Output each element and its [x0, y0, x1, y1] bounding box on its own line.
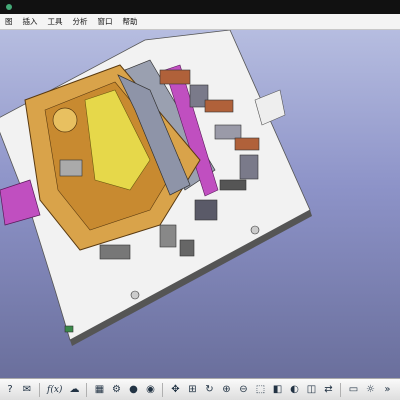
locator-block[interactable]: [59, 159, 83, 177]
menu-analyze[interactable]: 分析: [68, 14, 93, 30]
zoom-in-icon[interactable]: ⊕: [218, 382, 234, 398]
swap-space-icon[interactable]: ⇄: [320, 382, 336, 398]
question-icon[interactable]: ?: [2, 382, 18, 398]
normal-view-icon[interactable]: ⬚: [252, 382, 268, 398]
record-icon[interactable]: ◉: [142, 382, 158, 398]
fit-all-icon[interactable]: ⊞: [184, 382, 200, 398]
toolbar-separator: [340, 382, 342, 397]
toolbar-separator: [162, 382, 164, 397]
toolbar-separator: [86, 382, 88, 397]
table-icon[interactable]: ▦: [91, 382, 107, 398]
formula-button[interactable]: f(x): [44, 382, 65, 398]
chat-icon[interactable]: ✉: [19, 382, 35, 398]
gear-icon[interactable]: ☼: [362, 382, 378, 398]
hole-feature[interactable]: [52, 107, 78, 133]
pan-icon[interactable]: ✥: [167, 382, 183, 398]
menu-insert[interactable]: 插入: [18, 14, 43, 30]
light-bulb-icon[interactable]: ●: [125, 382, 141, 398]
menu-window[interactable]: 窗口: [93, 14, 118, 30]
hide-show-icon[interactable]: ◫: [303, 382, 319, 398]
menu-tools[interactable]: 工具: [43, 14, 68, 30]
3d-viewport[interactable]: [0, 30, 400, 378]
bottom-toolbar: ? ✉ f(x) ☁ ▦ ⚙ ● ◉ ✥ ⊞ ↻ ⊕ ⊖ ⬚ ◧ ◐ ◫ ⇄ ▭…: [0, 378, 400, 400]
app-status-icon: [6, 4, 12, 10]
ruler-icon[interactable]: ▭: [345, 382, 361, 398]
comment-icon[interactable]: ☁: [66, 382, 82, 398]
cube-view-icon[interactable]: ◧: [269, 382, 285, 398]
zoom-out-icon[interactable]: ⊖: [235, 382, 251, 398]
rotate-icon[interactable]: ↻: [201, 382, 217, 398]
cad-model[interactable]: [0, 30, 400, 378]
next-icon[interactable]: »: [379, 382, 395, 398]
menu-view[interactable]: 图: [0, 14, 18, 30]
menu-help[interactable]: 帮助: [118, 14, 143, 30]
title-bar: [0, 0, 400, 14]
parameter-icon[interactable]: ⚙: [108, 382, 124, 398]
shading-icon[interactable]: ◐: [286, 382, 302, 398]
menu-bar: 图 插入 工具 分析 窗口 帮助: [0, 14, 400, 30]
toolbar-separator: [39, 382, 40, 397]
